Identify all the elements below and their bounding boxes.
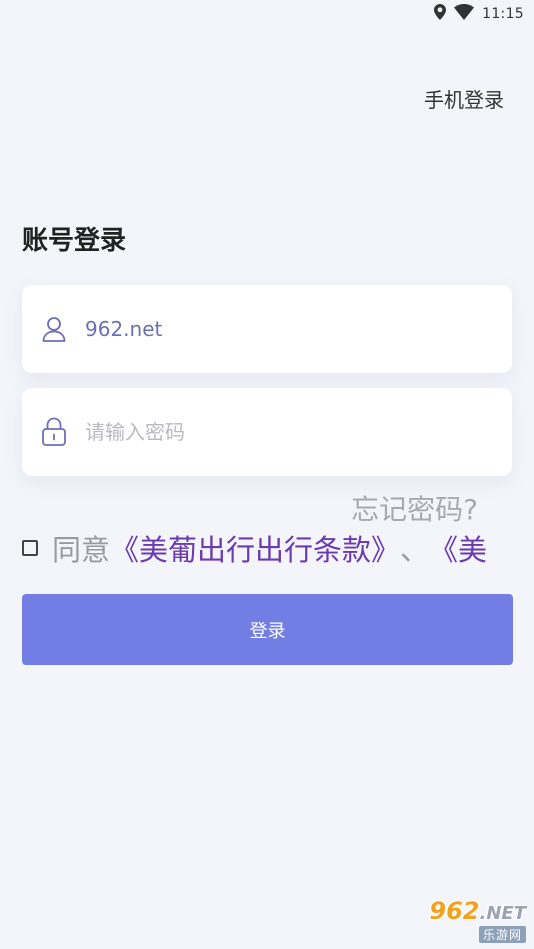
watermark-logo: 962.NET 乐游网 bbox=[396, 897, 526, 943]
agreement-row: 同意 《美葡出行出行条款》 、 《美 bbox=[22, 528, 534, 568]
user-icon bbox=[41, 316, 67, 342]
agree-checkbox[interactable] bbox=[22, 540, 38, 556]
username-field[interactable] bbox=[22, 285, 512, 373]
watermark-top: 962.NET bbox=[429, 897, 526, 925]
terms-link[interactable]: 《美葡出行出行条款》 bbox=[110, 528, 400, 568]
status-icons: 11:15 bbox=[434, 4, 524, 24]
forgot-password-link[interactable]: 忘记密码? bbox=[351, 488, 478, 528]
status-time: 11:15 bbox=[482, 6, 524, 22]
phone-login-link[interactable]: 手机登录 bbox=[424, 84, 504, 113]
password-field[interactable] bbox=[22, 388, 512, 476]
login-button[interactable]: 登录 bbox=[22, 594, 513, 665]
wifi-icon bbox=[454, 4, 475, 24]
watermark-bottom: 乐游网 bbox=[478, 926, 526, 943]
username-input[interactable] bbox=[83, 316, 467, 342]
status-bar: 11:15 bbox=[0, 0, 534, 30]
page-title: 账号登录 bbox=[22, 226, 127, 256]
location-icon bbox=[434, 4, 447, 24]
lock-icon bbox=[41, 417, 67, 446]
agreement-separator: 、 bbox=[400, 533, 430, 567]
password-input[interactable] bbox=[83, 419, 467, 445]
agree-prefix: 同意 bbox=[52, 533, 111, 567]
second-terms-link[interactable]: 《美 bbox=[429, 528, 487, 568]
